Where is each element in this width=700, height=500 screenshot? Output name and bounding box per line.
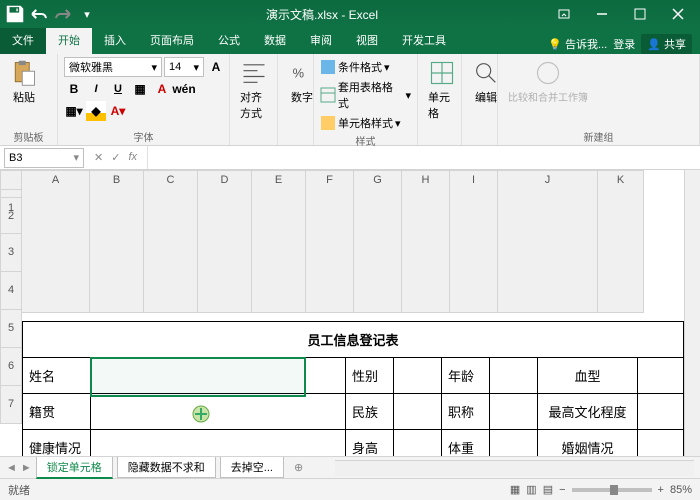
formula-bar[interactable] — [147, 146, 700, 169]
group-clipboard: 剪贴板 — [6, 127, 51, 144]
col-header[interactable]: G — [354, 170, 402, 313]
col-header[interactable]: K — [598, 170, 644, 313]
row-header[interactable]: 6 — [0, 348, 22, 386]
border-drop-icon[interactable]: ▦▾ — [64, 101, 84, 121]
select-all-corner[interactable] — [0, 170, 22, 190]
maximize-icon[interactable] — [622, 0, 658, 28]
redo-icon[interactable] — [52, 3, 74, 25]
title-bar: ▾ 演示文稿.xlsx - Excel — [0, 0, 700, 28]
fill-color-button[interactable]: ◆ — [86, 101, 106, 121]
col-header[interactable]: E — [252, 170, 306, 313]
tab-dev[interactable]: 开发工具 — [390, 28, 458, 54]
zoom-slider[interactable] — [572, 488, 652, 492]
col-header[interactable]: B — [90, 170, 144, 313]
cell-cursor-icon — [192, 405, 210, 423]
table-title: 员工信息登记表 — [23, 322, 684, 358]
horizontal-scrollbar[interactable] — [335, 460, 694, 476]
tell-me[interactable]: 💡 告诉我... — [548, 36, 607, 52]
tab-insert[interactable]: 插入 — [92, 28, 138, 54]
view-normal-icon[interactable]: ▦ — [510, 483, 520, 496]
undo-icon[interactable] — [28, 3, 50, 25]
grow-font-icon[interactable]: A — [206, 57, 226, 77]
compare-merge-button: 比较和合并工作簿 — [504, 57, 592, 106]
align-button[interactable]: 对齐方式 — [236, 57, 272, 123]
row-header[interactable]: 2 — [0, 198, 22, 234]
col-header[interactable]: F — [306, 170, 354, 313]
underline-button[interactable]: U — [108, 79, 128, 99]
col-header[interactable]: C — [144, 170, 198, 313]
col-header[interactable]: D — [198, 170, 252, 313]
zoom-level[interactable]: 85% — [670, 484, 692, 496]
fx-icon[interactable]: fx — [128, 151, 137, 164]
status-ready: 就绪 — [8, 482, 30, 498]
share-button[interactable]: 👤 共享 — [641, 34, 692, 54]
sheet-nav-prev-icon[interactable]: ◄ — [6, 462, 17, 474]
sheet-tabs: ◄ ► 锁定单元格 隐藏数据不求和 去掉空... ⊕ — [0, 456, 700, 478]
row-header[interactable]: 4 — [0, 272, 22, 310]
tab-file[interactable]: 文件 — [0, 28, 46, 54]
status-bar: 就绪 ▦ ▥ ▤ − + 85% — [0, 478, 700, 500]
name-box[interactable]: B3▾ — [4, 148, 84, 168]
group-font: 字体 — [64, 127, 223, 144]
window-title: 演示文稿.xlsx - Excel — [98, 6, 546, 23]
enter-icon[interactable]: ✓ — [111, 151, 120, 164]
sheet-tab-2[interactable]: 隐藏数据不求和 — [117, 457, 216, 478]
tab-home[interactable]: 开始 — [46, 28, 92, 54]
col-header[interactable]: J — [498, 170, 598, 313]
cells-button[interactable]: 单元格 — [424, 57, 460, 123]
tab-layout[interactable]: 页面布局 — [138, 28, 206, 54]
view-break-icon[interactable]: ▤ — [543, 483, 553, 496]
font-size-combo[interactable]: 14▾ — [164, 57, 204, 77]
vertical-scrollbar[interactable] — [684, 170, 700, 456]
ribbon: 粘贴 剪贴板 微软雅黑▾ 14▾ A B I U ▦ A wén ▦▾ ◆ A▾… — [0, 54, 700, 146]
sheet-tab-1[interactable]: 锁定单元格 — [36, 457, 113, 479]
minimize-icon[interactable] — [584, 0, 620, 28]
phonetic-button[interactable]: wén — [174, 79, 194, 99]
sheet-nav-next-icon[interactable]: ► — [21, 462, 32, 474]
new-sheet-icon[interactable]: ⊕ — [288, 461, 309, 474]
col-header[interactable]: H — [402, 170, 450, 313]
qat-more-icon[interactable]: ▾ — [76, 3, 98, 25]
login-link[interactable]: 登录 — [613, 36, 635, 52]
svg-text:%: % — [293, 66, 304, 81]
save-icon[interactable] — [4, 3, 26, 25]
italic-button[interactable]: I — [86, 79, 106, 99]
zoom-in-icon[interactable]: + — [658, 484, 664, 496]
worksheet-grid[interactable]: 员工信息登记表 姓名 性别 年龄 血型 籍贯 民族 职称 最高文化程度 健康情况… — [22, 313, 684, 456]
bold-button[interactable]: B — [64, 79, 84, 99]
paste-button[interactable]: 粘贴 — [6, 57, 42, 107]
row-header[interactable]: 3 — [0, 234, 22, 272]
font-color-drop[interactable]: A▾ — [108, 101, 128, 121]
row-header[interactable]: 7 — [0, 386, 22, 424]
col-header[interactable]: A — [22, 170, 90, 313]
ribbon-options-icon[interactable] — [546, 0, 582, 28]
font-name-combo[interactable]: 微软雅黑▾ — [64, 57, 162, 77]
view-layout-icon[interactable]: ▥ — [526, 483, 536, 496]
tab-view[interactable]: 视图 — [344, 28, 390, 54]
ribbon-tabs: 文件 开始 插入 页面布局 公式 数据 审阅 视图 开发工具 💡 告诉我... … — [0, 28, 700, 54]
table-format-button[interactable]: 套用表格格式▾ — [320, 79, 411, 111]
row-header[interactable]: 5 — [0, 310, 22, 348]
formula-bar-row: B3▾ ✕ ✓ fx — [0, 146, 700, 170]
group-new: 新建组 — [504, 127, 693, 144]
cell-style-button[interactable]: 单元格样式▾ — [320, 115, 401, 131]
tab-formula[interactable]: 公式 — [206, 28, 252, 54]
font-color-button[interactable]: A — [152, 79, 172, 99]
tab-data[interactable]: 数据 — [252, 28, 298, 54]
cancel-icon[interactable]: ✕ — [94, 151, 103, 164]
zoom-out-icon[interactable]: − — [559, 484, 565, 496]
sheet-tab-3[interactable]: 去掉空... — [220, 457, 284, 478]
col-header[interactable]: I — [450, 170, 498, 313]
cond-format-button[interactable]: 条件格式▾ — [320, 59, 390, 75]
tab-review[interactable]: 审阅 — [298, 28, 344, 54]
border-button[interactable]: ▦ — [130, 79, 150, 99]
row-header[interactable]: 1 — [0, 190, 22, 198]
close-icon[interactable] — [660, 0, 696, 28]
